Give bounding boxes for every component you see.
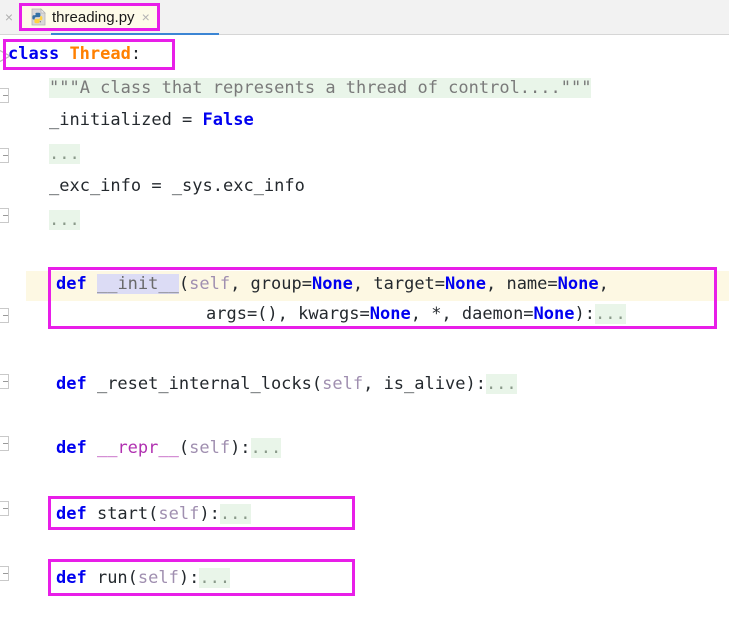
token-method-name-repr: __repr__ — [96, 438, 179, 458]
token-self: self — [322, 374, 364, 394]
folded-region-placeholder[interactable]: ... — [485, 374, 517, 394]
folded-region-placeholder[interactable]: ... — [49, 144, 80, 164]
tab-bar: × threading.py × — [0, 0, 729, 37]
code-line-def-init[interactable]: def __init__(self, group=None, target=No… — [56, 273, 609, 295]
token-constant-false: False — [202, 110, 254, 130]
code-line-def-repr[interactable]: def __repr__(self):... — [56, 437, 282, 459]
token-method-name-start: start — [86, 504, 149, 524]
folded-region-placeholder[interactable]: ... — [49, 210, 80, 230]
token-param-daemon: , *, daemon= — [410, 304, 534, 324]
token-comma: , — [598, 274, 609, 294]
code-line-folded-2[interactable]: ... — [49, 209, 80, 231]
token-self: self — [189, 274, 231, 294]
token-constant-none: None — [311, 274, 353, 294]
token-param-target: , target= — [352, 274, 446, 294]
folded-region-placeholder[interactable]: ... — [594, 304, 626, 324]
token-paren-open: ( — [178, 438, 190, 458]
code-line-def-init-continuation[interactable]: args=(), kwargs=None, *, daemon=None):..… — [206, 303, 626, 325]
token-paren-close-colon: ): — [199, 504, 220, 524]
code-line-docstring[interactable]: """A class that represents a thread of c… — [49, 77, 592, 99]
token-constant-none: None — [369, 304, 411, 324]
tabbar-close-all-icon[interactable]: × — [1, 10, 17, 24]
code-lines: class Thread: """A class that represents… — [0, 35, 729, 627]
token-paren-open: ( — [178, 274, 190, 294]
folded-region-placeholder[interactable]: ... — [199, 568, 231, 588]
token-colon: : — [130, 44, 142, 64]
code-line-def-start[interactable]: def start(self):... — [56, 503, 251, 525]
token-keyword-def: def — [56, 504, 87, 524]
token-method-name-init: __init__ — [96, 274, 179, 294]
code-line-exc-info[interactable]: _exc_info = _sys.exc_info — [49, 175, 305, 197]
token-docstring: """A class that represents a thread of c… — [49, 78, 592, 98]
token-constant-none: None — [533, 304, 575, 324]
token-param-name: , name= — [485, 274, 558, 294]
tab-label: threading.py — [52, 8, 135, 26]
token-param-args-kwargs: args=(), kwargs= — [206, 304, 370, 324]
token-self: self — [189, 438, 231, 458]
token-method-name-run: run — [86, 568, 128, 588]
token-class-name-thread: Thread — [69, 44, 131, 64]
token-paren-close-colon: ): — [178, 568, 200, 588]
token-keyword-class: class — [8, 44, 60, 64]
folded-region-placeholder[interactable]: ... — [219, 504, 251, 524]
token-paren-open: ( — [311, 374, 323, 394]
token-paren-open: ( — [127, 568, 138, 588]
tab-threading-py[interactable]: threading.py × — [19, 3, 160, 31]
code-line-def-run[interactable]: def run(self):... — [56, 567, 231, 589]
tab-close-icon[interactable]: × — [142, 10, 150, 24]
token-paren-close-colon: ): — [465, 374, 486, 394]
token-assignment-initialized: _initialized = — [49, 110, 203, 130]
code-line-def-reset-internal-locks[interactable]: def _reset_internal_locks(self, is_alive… — [56, 373, 517, 395]
token-keyword-def: def — [56, 274, 87, 294]
code-line-folded-1[interactable]: ... — [49, 143, 80, 165]
code-editor[interactable]: class Thread: """A class that represents… — [0, 35, 729, 627]
folded-region-placeholder[interactable]: ... — [250, 438, 282, 458]
token-keyword-def: def — [56, 438, 87, 458]
python-file-icon — [31, 8, 46, 26]
token-self: self — [137, 568, 179, 588]
token-paren-open: ( — [148, 504, 159, 524]
token-param-is-alive: , is_alive — [363, 374, 466, 394]
token-paren-close-colon: ): — [574, 304, 595, 324]
code-line-class-thread[interactable]: class Thread: — [8, 43, 141, 65]
token-keyword-def: def — [56, 568, 87, 588]
token-self: self — [158, 504, 200, 524]
token-paren-close-colon: ): — [230, 438, 251, 458]
token-keyword-def: def — [56, 374, 87, 394]
token-constant-none: None — [557, 274, 599, 294]
token-assignment-exc-info: _exc_info = _sys.exc_info — [49, 176, 305, 196]
token-constant-none: None — [445, 274, 486, 294]
code-line-initialized[interactable]: _initialized = False — [49, 109, 254, 131]
token-param-group: , group= — [230, 274, 312, 294]
token-method-name-reset-internal-locks: _reset_internal_locks — [86, 374, 312, 394]
